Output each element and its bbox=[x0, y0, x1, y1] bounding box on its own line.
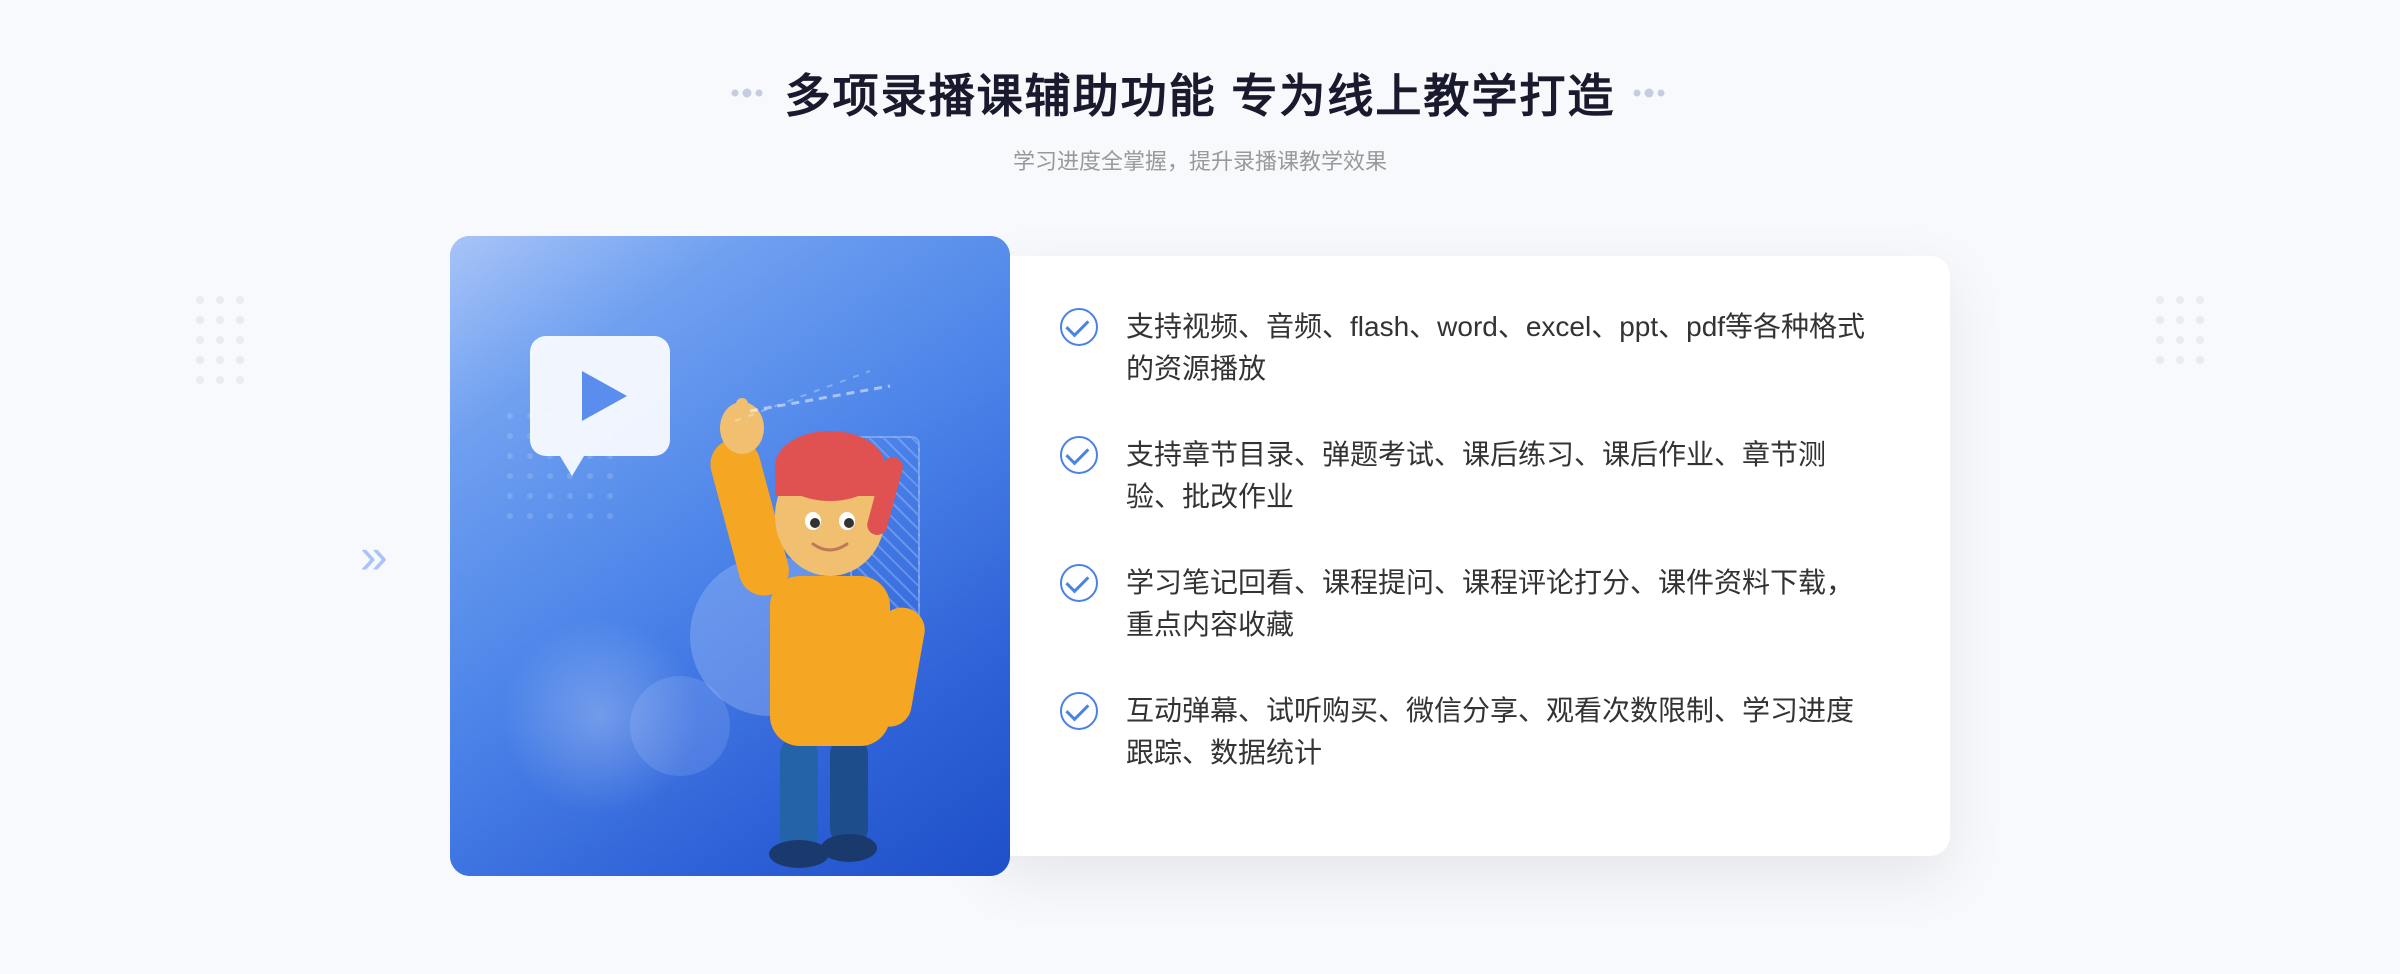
header-section: 多项录播课辅助功能 专为线上教学打造 学习进度全掌握，提升录播课教学效果 bbox=[729, 0, 1672, 176]
feature-item-4: 互动弹幕、试听购买、微信分享、观看次数限制、学习进度跟踪、数据统计 bbox=[1060, 690, 1880, 774]
features-card: 支持视频、音频、flash、word、excel、ppt、pdf等各种格式的资源… bbox=[990, 256, 1950, 856]
page-subtitle: 学习进度全掌握，提升录播课教学效果 bbox=[729, 144, 1672, 176]
feature-text-3: 学习笔记回看、课程提问、课程评论打分、课件资料下载，重点内容收藏 bbox=[1126, 562, 1880, 646]
check-icon-3 bbox=[1060, 564, 1098, 602]
content-area: » bbox=[300, 236, 2100, 876]
person-illustration bbox=[680, 356, 980, 876]
feature-text-4: 互动弹幕、试听购买、微信分享、观看次数限制、学习进度跟踪、数据统计 bbox=[1126, 690, 1880, 774]
check-icon-4 bbox=[1060, 692, 1098, 730]
feature-text-2: 支持章节目录、弹题考试、课后练习、课后作业、章节测验、批改作业 bbox=[1126, 434, 1880, 518]
feature-item-3: 学习笔记回看、课程提问、课程评论打分、课件资料下载，重点内容收藏 bbox=[1060, 562, 1880, 646]
page-title: 多项录播课辅助功能 专为线上教学打造 bbox=[785, 60, 1616, 126]
check-icon-1 bbox=[1060, 308, 1098, 346]
title-row: 多项录播课辅助功能 专为线上教学打造 bbox=[729, 60, 1672, 126]
left-deco-icon bbox=[729, 83, 769, 103]
illustration-inner bbox=[450, 236, 1010, 876]
illustration-card bbox=[450, 236, 1010, 876]
left-arrow: » bbox=[360, 527, 388, 585]
page-wrapper: 多项录播课辅助功能 专为线上教学打造 学习进度全掌握，提升录播课教学效果 » bbox=[0, 0, 2400, 974]
glow-effect bbox=[500, 616, 700, 816]
feature-item-1: 支持视频、音频、flash、word、excel、ppt、pdf等各种格式的资源… bbox=[1060, 306, 1880, 390]
features-list: 支持视频、音频、flash、word、excel、ppt、pdf等各种格式的资源… bbox=[1060, 306, 1880, 774]
check-icon-2 bbox=[1060, 436, 1098, 474]
chevron-icon: » bbox=[360, 528, 388, 584]
feature-text-1: 支持视频、音频、flash、word、excel、ppt、pdf等各种格式的资源… bbox=[1126, 306, 1880, 390]
feature-item-2: 支持章节目录、弹题考试、课后练习、课后作业、章节测验、批改作业 bbox=[1060, 434, 1880, 518]
play-icon bbox=[582, 371, 627, 421]
play-bubble bbox=[530, 336, 670, 456]
right-deco-icon bbox=[1631, 83, 1671, 103]
